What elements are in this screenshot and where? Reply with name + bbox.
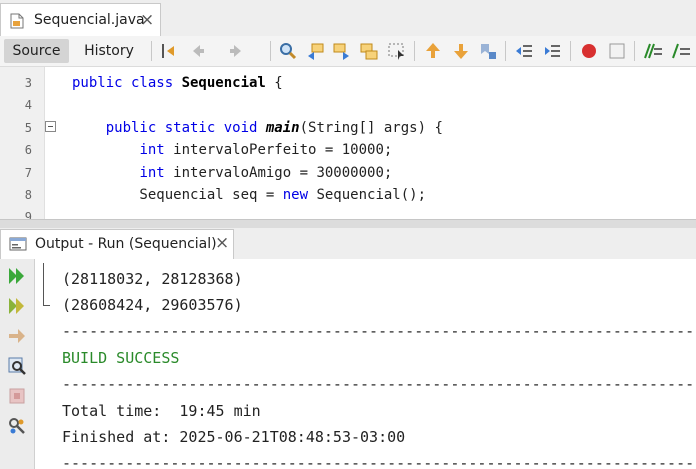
code-line: public class Sequencial { xyxy=(72,72,283,94)
output-tab-label: Output - Run (Sequencial) xyxy=(35,236,217,252)
output-tab-strip: Output - Run (Sequencial) × xyxy=(0,228,696,260)
last-edit-icon[interactable] xyxy=(158,40,180,62)
forward-icon[interactable] xyxy=(226,40,248,62)
code-token: public class xyxy=(72,75,182,91)
line-number: 4 xyxy=(24,98,32,113)
output-fold-bracket xyxy=(43,263,50,306)
output-line: (28608424, 29603576) xyxy=(62,296,243,314)
code-token: main xyxy=(265,119,300,136)
line-number: 6 xyxy=(24,143,32,158)
output-line: ----------------------------------------… xyxy=(62,375,696,393)
toggle-highlight-icon[interactable] xyxy=(358,40,380,62)
next-bookmark-icon[interactable] xyxy=(450,40,472,62)
code-line: int intervaloPerfeito = 10000; xyxy=(72,139,392,161)
output-line: (28118032, 28128368) xyxy=(62,270,243,288)
close-icon[interactable]: × xyxy=(215,233,229,253)
code-token: new xyxy=(282,187,317,203)
stop-icon[interactable] xyxy=(6,385,28,407)
editor-tab-label: Sequencial.java xyxy=(34,12,145,28)
output-line: Finished at: 2025-06-21T08:48:53-03:00 xyxy=(62,428,406,446)
output-line: Total time: 19:45 min xyxy=(62,402,261,420)
output-tab[interactable]: Output - Run (Sequencial) × xyxy=(0,229,234,259)
editor-tab-strip: Sequencial.java × xyxy=(0,0,696,37)
code-line: int intervaloAmigo = 30000000; xyxy=(72,162,392,184)
java-file-icon xyxy=(10,13,24,29)
toolbar-separator xyxy=(505,41,506,61)
output-line: ----------------------------------------… xyxy=(62,322,696,340)
line-number: 9 xyxy=(24,210,32,219)
toolbar-separator xyxy=(151,41,152,61)
code-token: int xyxy=(139,164,174,181)
editor-toolbar: Source History xyxy=(0,36,696,67)
uncomment-icon[interactable] xyxy=(670,40,692,62)
line-number: 8 xyxy=(24,188,32,202)
source-button[interactable]: Source xyxy=(4,39,69,63)
record-macro-icon[interactable] xyxy=(578,40,600,62)
comment-icon[interactable] xyxy=(642,40,664,62)
code-token: Sequencial seq = xyxy=(72,187,283,203)
code-token: public static void xyxy=(105,119,266,136)
stop-macro-icon[interactable] xyxy=(606,40,628,62)
settings-icon[interactable] xyxy=(6,415,28,437)
line-number: 3 xyxy=(24,76,32,90)
shift-left-icon[interactable] xyxy=(513,40,535,62)
inspect-icon[interactable] xyxy=(6,355,28,377)
toolbar-separator xyxy=(270,41,271,61)
find-previous-icon[interactable] xyxy=(304,40,326,62)
output-line: BUILD SUCCESS xyxy=(62,349,180,367)
find-next-icon[interactable] xyxy=(331,40,353,62)
code-line: Sequencial seq = new Sequencial(); xyxy=(72,184,426,206)
editor-tab-sequencial[interactable]: Sequencial.java × xyxy=(0,3,161,36)
rerun-icon[interactable] xyxy=(6,265,28,287)
code-token: { xyxy=(265,75,283,91)
line-number-gutter: 3 4 5 6 7 8 9 xyxy=(0,67,45,219)
output-side-toolbar xyxy=(0,259,35,469)
code-token: (String[] args) { xyxy=(299,119,443,136)
output-console[interactable]: (28118032, 28128368) (28608424, 29603576)… xyxy=(35,259,696,469)
back-icon[interactable] xyxy=(186,40,208,62)
history-button[interactable]: History xyxy=(78,39,140,63)
code-token: Sequencial xyxy=(181,75,266,91)
output-window-icon xyxy=(9,237,27,251)
toggle-bookmark-icon[interactable] xyxy=(477,40,499,62)
toolbar-separator xyxy=(414,41,415,61)
find-selection-icon[interactable] xyxy=(386,40,408,62)
code-token: Sequencial(); xyxy=(316,187,427,203)
output-line: ----------------------------------------… xyxy=(62,454,696,469)
toolbar-separator xyxy=(570,41,571,61)
find-icon[interactable] xyxy=(277,40,299,62)
code-token: intervaloPerfeito = 10000; xyxy=(173,142,393,159)
code-token: int xyxy=(139,142,174,159)
close-icon[interactable]: × xyxy=(140,10,154,30)
line-number: 5 xyxy=(24,120,32,135)
fold-collapse-icon[interactable] xyxy=(45,121,56,132)
line-number: 7 xyxy=(24,165,32,180)
code-line: public static void main(String[] args) { xyxy=(72,117,443,139)
toolbar-separator xyxy=(634,41,635,61)
code-token: intervaloAmigo = 30000000; xyxy=(173,164,393,181)
shift-right-icon[interactable] xyxy=(541,40,563,62)
code-editor[interactable]: 3 4 5 6 7 8 9 public class Sequencial { public… xyxy=(0,67,696,219)
previous-bookmark-icon[interactable] xyxy=(422,40,444,62)
stop-arrow-icon[interactable] xyxy=(6,325,28,347)
rerun-with-options-icon[interactable] xyxy=(6,295,28,317)
